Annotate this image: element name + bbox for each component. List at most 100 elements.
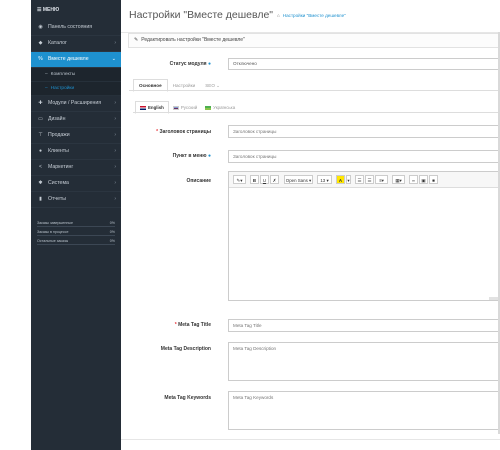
required-mark: * — [174, 322, 177, 328]
text-color-button[interactable]: A — [336, 175, 345, 184]
bullet-list-icon[interactable]: ☰ — [355, 175, 364, 184]
panel-heading: ✎ Редактировать настройки "Вместе дешевле… — [128, 33, 500, 48]
help-icon: ● — [207, 153, 211, 159]
sidebar-nav: ◉ Панель состояния ◆ Каталог ›% Вместе дешевл… — [31, 20, 121, 208]
chevron-icon: › — [114, 164, 116, 170]
breadcrumb-link[interactable]: Настройки "Вместе дешевле" — [283, 13, 346, 18]
bold-button[interactable]: B — [250, 175, 259, 184]
sidebar-item-6[interactable]: ● Клиенты › — [31, 144, 121, 160]
underline-button[interactable]: U — [260, 175, 269, 184]
lang-divider — [133, 112, 500, 113]
sidebar-item-1[interactable]: ◆ Каталог › — [31, 36, 121, 52]
chevron-icon: › — [114, 148, 116, 154]
cog-icon: ✱ — [38, 180, 43, 186]
chevron-icon: ⌄ — [111, 56, 116, 62]
dash-icon: – — [45, 72, 48, 77]
sidebar-item-0[interactable]: ◉ Панель состояния — [31, 20, 121, 36]
desktop-icon: ▭ — [38, 116, 43, 122]
link-icon[interactable]: ∞ — [409, 175, 418, 184]
status-label: Статус модуля ● — [121, 61, 211, 67]
order-stats: Заказы завершенные 0% Заказы в процессе 0% О… — [37, 221, 115, 248]
language-tabs: English Русский Українська — [135, 101, 239, 114]
meta-description-textarea[interactable] — [228, 342, 500, 381]
sidebar: ☰ МЕНЮ ◉ Панель состояния ◆ Каталог ›% Вместе… — [31, 0, 121, 450]
sidebar-item-label: Панель состояния — [48, 24, 93, 30]
tabs-divider — [129, 90, 500, 91]
dash-icon: – — [45, 86, 48, 91]
tag-icon: ◆ — [38, 40, 43, 46]
chevron-icon: › — [114, 100, 116, 106]
sidebar-item-label: Вместе дешевле — [48, 56, 89, 62]
sidebar-item-9[interactable]: ▮ Отчеты › — [31, 192, 121, 208]
menu-brand[interactable]: ☰ МЕНЮ — [31, 0, 121, 20]
dashboard-icon: ◉ — [38, 24, 43, 30]
chevron-icon: › — [114, 40, 116, 46]
sidebar-subitem-label: Настройки — [50, 86, 75, 91]
user-icon: ● — [38, 148, 43, 154]
sidebar-item-7[interactable]: < Маркетинг › — [31, 160, 121, 176]
page-title-input[interactable] — [228, 125, 500, 138]
chevron-icon: › — [114, 180, 116, 186]
flag-ru-icon — [172, 105, 179, 110]
sidebar-item-label: Система — [48, 180, 69, 186]
meta-title-input[interactable] — [228, 319, 500, 332]
order-stat: Остальные заказы 0% — [37, 239, 115, 248]
font-size-select[interactable]: 13 ▾ — [317, 175, 332, 184]
main-tabs: Основное Настройки SEO ⌄ — [133, 79, 225, 92]
chevron-icon: › — [114, 132, 116, 138]
chevron-icon: › — [114, 196, 116, 202]
meta-keywords-label: Meta Tag Keywords — [164, 395, 211, 401]
sidebar-item-label: Продажи — [48, 132, 70, 138]
sidebar-item-3[interactable]: ✚ Модули / Расширения › — [31, 96, 121, 112]
sidebar-item-2[interactable]: % Вместе дешевле ⌄ — [31, 52, 121, 68]
lang-ukrainian-label: Українська — [213, 105, 236, 110]
sidebar-item-4[interactable]: ▭ Дизайн › — [31, 112, 121, 128]
video-icon[interactable]: ■ — [429, 175, 438, 184]
help-icon: ● — [207, 61, 211, 67]
page-title-label-text: Заголовок страницы — [159, 129, 211, 135]
image-icon[interactable]: ▣ — [419, 175, 428, 184]
sidebar-item-label: Дизайн — [48, 116, 66, 122]
sidebar-item-label: Клиенты — [48, 148, 69, 154]
meta-title-label-text: Meta Tag Title — [178, 322, 211, 328]
progress-bar — [37, 226, 115, 228]
home-icon[interactable]: ⌂ — [277, 13, 280, 18]
chevron-icon: › — [114, 116, 116, 122]
main-content: Настройки "Вместе дешевле" ⌂ Настройки "В… — [121, 0, 500, 450]
progress-bar — [37, 235, 115, 237]
magic-icon[interactable]: ✎▾ — [233, 175, 246, 184]
lang-english-label: English — [148, 105, 164, 110]
sidebar-subitem-0[interactable]: – Комплекты — [31, 68, 121, 82]
table-icon[interactable]: ▦▾ — [392, 175, 405, 184]
menu-item-label-text: Пункт в меню — [172, 153, 207, 159]
clear-format-button[interactable]: ✗ — [270, 175, 279, 184]
footer-divider — [121, 439, 500, 440]
order-stat-percent: 0% — [109, 230, 115, 234]
puzzle-icon: ✚ — [38, 100, 43, 106]
share-icon: < — [39, 164, 42, 170]
order-stat-label: Заказы завершенные — [37, 221, 73, 225]
numbered-list-icon[interactable]: ☰ — [365, 175, 374, 184]
status-select[interactable]: Отключено — [228, 58, 500, 70]
menu-item-label: Пункт в меню ● — [121, 153, 211, 159]
breadcrumb[interactable]: ⌂ Настройки "Вместе дешевле" — [277, 13, 346, 18]
progress-bar — [37, 244, 115, 246]
sidebar-item-5[interactable]: ⊤ Продажи › — [31, 128, 121, 144]
font-family-select[interactable]: Open Sans ▾ — [284, 175, 313, 184]
flag-en-icon — [140, 105, 146, 110]
page-header: Настройки "Вместе дешевле" ⌂ Настройки "В… — [121, 0, 500, 33]
description-editor[interactable]: ✎▾ B U ✗ Open Sans ▾ 13 ▾ A ▾ ☰ ☰ ≡▾ ▦▾ … — [228, 171, 500, 301]
sidebar-subitem-1[interactable]: – Настройки — [31, 82, 121, 96]
percent-icon: % — [38, 56, 43, 62]
status-label-text: Статус модуля — [169, 61, 207, 67]
sidebar-item-8[interactable]: ✱ Система › — [31, 176, 121, 192]
meta-keywords-textarea[interactable] — [228, 391, 500, 430]
lang-russian-label: Русский — [180, 105, 198, 110]
pencil-icon: ✎ — [134, 37, 139, 43]
page-title-label: * Заголовок страницы — [121, 129, 211, 135]
page-title: Настройки "Вместе дешевле" — [129, 9, 274, 21]
paragraph-icon[interactable]: ≡▾ — [375, 175, 388, 184]
menu-item-input[interactable] — [228, 150, 500, 163]
cart-icon: ⊤ — [38, 132, 43, 138]
color-dropdown-icon[interactable]: ▾ — [346, 175, 351, 184]
